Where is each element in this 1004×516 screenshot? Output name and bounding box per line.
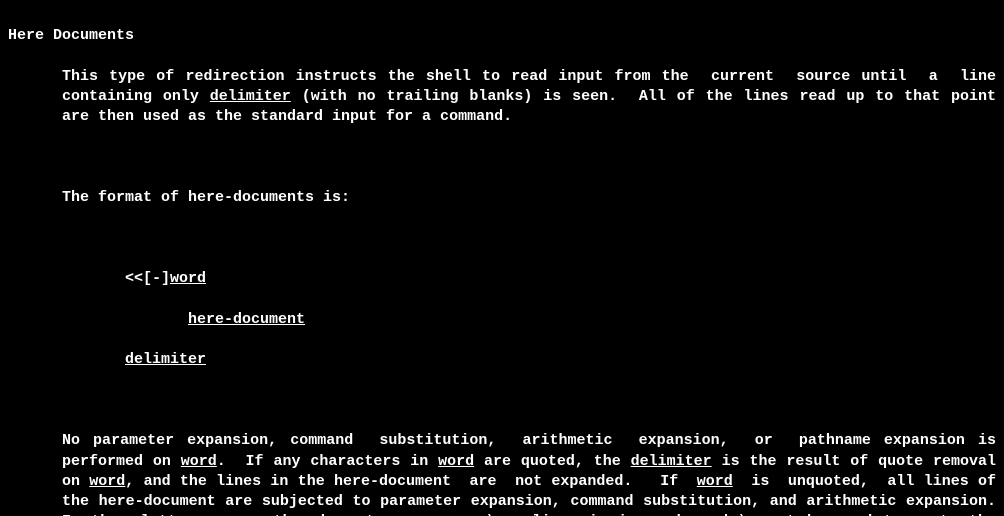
syntax-line-2: here-document bbox=[8, 310, 996, 330]
syntax-op: <<[-] bbox=[125, 270, 170, 287]
syntax-line-1: <<[-]word bbox=[8, 269, 996, 289]
blank-line bbox=[8, 229, 996, 249]
paragraph-intro: This type of redirection instructs the s… bbox=[8, 67, 996, 128]
syntax-line-3: delimiter bbox=[8, 350, 996, 370]
syntax-delimiter: delimiter bbox=[125, 351, 206, 368]
text: are quoted, the bbox=[474, 453, 631, 470]
term-word: word bbox=[181, 453, 217, 470]
paragraph-format-lead: The format of here-documents is: bbox=[8, 188, 996, 208]
paragraph-expansion: No parameter expansion, command substitu… bbox=[8, 431, 996, 516]
manpage-body: Here Documents This type of redirection … bbox=[0, 0, 1004, 516]
syntax-word: word bbox=[170, 270, 206, 287]
term-delimiter: delimiter bbox=[210, 88, 291, 105]
term-word: word bbox=[697, 473, 733, 490]
blank-line bbox=[8, 391, 996, 411]
blank-line bbox=[8, 148, 996, 168]
term-word: word bbox=[438, 453, 474, 470]
section-heading: Here Documents bbox=[8, 26, 996, 46]
term-word: word bbox=[89, 473, 125, 490]
syntax-heredoc: here-document bbox=[188, 311, 305, 328]
text: . If any characters in bbox=[217, 453, 438, 470]
text: , and the lines in the here-document are… bbox=[125, 473, 696, 490]
term-delimiter: delimiter bbox=[631, 453, 712, 470]
